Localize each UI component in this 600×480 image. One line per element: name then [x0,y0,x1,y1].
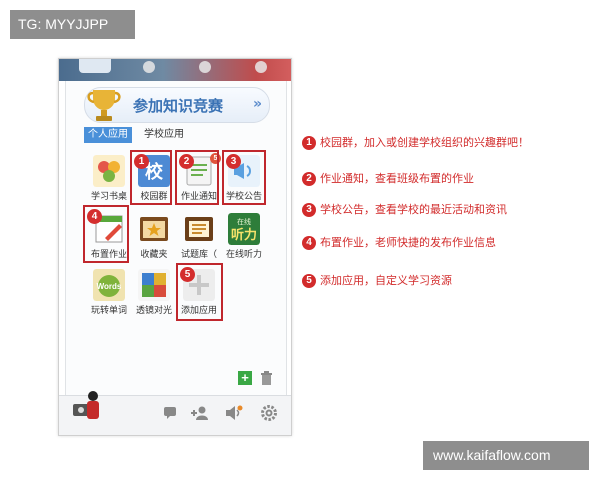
annotation-number: 1 [302,136,316,150]
annotation-number: 2 [302,172,316,186]
tab-school-apps[interactable]: 学校应用 [144,127,184,143]
bottom-toolbar [59,391,291,435]
annotation-text: 作业通知，查看班级布置的作业 [320,172,474,185]
globe-icon[interactable] [255,61,267,73]
trash-icon[interactable] [260,371,273,385]
callout-badge-1: 1 [134,154,149,169]
banner-text: 参加知识竞赛 [133,97,224,115]
watermark-top-left: TG: MYYJJPP [10,10,135,39]
desk-icon [93,155,125,187]
app-label: 在线听力 [225,250,262,260]
lens-icon [138,269,170,301]
chevron-right-icon: » [252,96,262,112]
top-strip [59,59,291,81]
highlight-box-4: 4 [83,205,129,263]
callout-badge-2: 2 [179,154,194,169]
annotation-number: 5 [302,274,316,288]
highlight-box-3: 3 [222,150,266,205]
highlight-box-2: 2 [175,150,219,205]
user-icon[interactable] [199,61,211,73]
home-tab[interactable] [79,59,111,73]
clock-icon[interactable] [143,61,155,73]
callout-badge-3: 3 [226,154,241,169]
highlight-box-1: 1 [130,150,172,205]
callout-badge-5: 5 [180,267,195,282]
watermark-bottom-right: www.kaifaflow.com [423,441,589,470]
highlight-box-5: 5 [176,263,223,321]
chat-icon[interactable] [163,406,177,420]
app-panel: 参加知识竞赛 » 个人应用 学校应用 学习书桌 校 校园群 5 作业通知 学校公… [58,58,292,436]
annotation-text: 学校公告，查看学校的最近活动和资讯 [320,203,507,216]
online-listening-icon: 在线 听力 [228,213,260,245]
add-button[interactable]: + [238,371,252,385]
annotation-text: 校园群，加入或创建学校组织的兴趣群吧！ [320,136,529,149]
trophy-icon [87,90,121,121]
annotation-number: 4 [302,236,316,250]
tab-personal-apps[interactable]: 个人应用 [84,127,132,143]
app-online-listening[interactable]: 在线 听力 在线听力 [219,211,269,261]
question-bank-icon [185,217,213,241]
speaker-icon[interactable] [225,405,243,421]
favorites-icon [140,217,168,241]
app-sheet: 参加知识竞赛 » 个人应用 学校应用 学习书桌 校 校园群 5 作业通知 学校公… [65,81,287,427]
words-icon: Words [93,269,125,301]
icon-text-main: Words [97,282,122,291]
annotation-text: 布置作业，老师快捷的发布作业信息 [320,236,496,249]
gear-icon[interactable] [261,405,277,421]
annotation-number: 3 [302,203,316,217]
icon-text-main: 听力 [231,227,257,243]
annotation-text: 添加应用，自定义学习资源 [320,274,452,287]
callout-badge-4: 4 [87,209,102,224]
contest-banner[interactable]: 参加知识竞赛 » [84,87,270,123]
add-friend-icon[interactable] [191,406,209,420]
icon-text-top: 在线 [237,217,251,226]
camera-user-icon[interactable] [73,390,101,422]
